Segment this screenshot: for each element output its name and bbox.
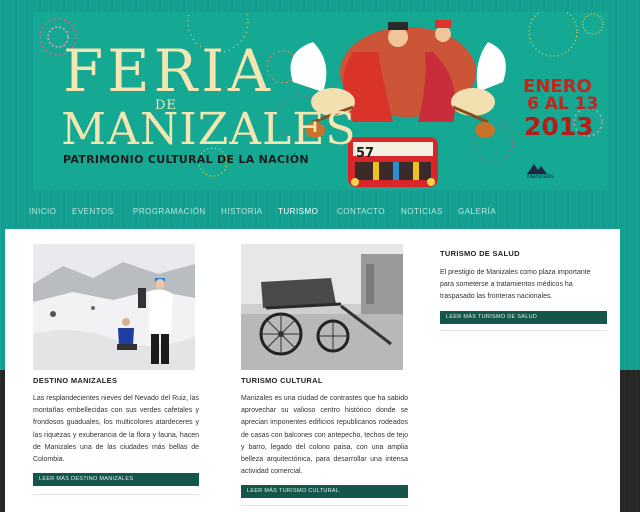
column-2-divider (241, 505, 408, 506)
mountain-logo-icon (527, 164, 547, 174)
nav-item-historia[interactable]: HISTORIA (221, 207, 263, 216)
bus-number: 57 (356, 146, 375, 161)
column-3-divider (440, 330, 607, 331)
turismo-de-salud-text: El prestigio de Manizales como plaza imp… (440, 269, 591, 301)
destino-manizales-title: DESTINO MANIZALES (33, 376, 118, 385)
nav-item-eventos[interactable]: EVENTOS (72, 207, 114, 216)
manizales-logo: Manizales (527, 162, 587, 180)
banner-title-feria: FERIA (63, 37, 275, 105)
main-content: DESTINO MANIZALES Las resplandecientes n… (5, 229, 620, 512)
nav-item-programacion[interactable]: PROGRAMACIÓN (133, 207, 206, 216)
leer-mas-destino-manizales-button[interactable]: LEER MÁS DESTINO MANIZALES (33, 473, 199, 486)
banner-subtitle: PATRIMONIO CULTURAL DE LA NACIÓN (63, 153, 309, 166)
nav-item-galeria[interactable]: GALERÍA (458, 207, 496, 216)
feria-banner: FERIA DE MANIZALES PATRIMONIO CULTURAL D… (33, 12, 608, 190)
nav-item-inicio[interactable]: INICIO (29, 207, 56, 216)
banner-title-manizales: MANIZALES (61, 104, 357, 155)
banner-date-days: 6 AL 13 (527, 94, 599, 114)
destino-manizales-photo (33, 244, 195, 370)
turismo-cultural-photo (241, 244, 403, 370)
nav-item-noticias[interactable]: NOTICIAS (401, 207, 443, 216)
turismo-cultural-text: Manizales es una ciudad de contrastes qu… (241, 395, 408, 476)
turismo-de-salud-title: TURISMO DE SALUD (440, 249, 520, 258)
destino-manizales-text: Las resplandecientes nieves del Nevado d… (33, 395, 199, 464)
leer-mas-turismo-de-salud-button[interactable]: LEER MÁS TURISMO DE SALUD (440, 311, 607, 324)
banner-date-year: 2013 (524, 112, 594, 141)
turismo-cultural-title: TURISMO CULTURAL (241, 376, 323, 385)
column-1-divider (33, 494, 199, 495)
leer-mas-turismo-cultural-button[interactable]: LEER MÁS TURISMO CULTURAL (241, 485, 408, 498)
nav-item-turismo[interactable]: TURISMO (278, 207, 318, 216)
carriage-image (241, 244, 403, 370)
manizales-logo-text: Manizales (527, 174, 555, 180)
nav-item-contacto[interactable]: CONTACTO (337, 207, 385, 216)
snow-mountain-image (33, 244, 195, 370)
